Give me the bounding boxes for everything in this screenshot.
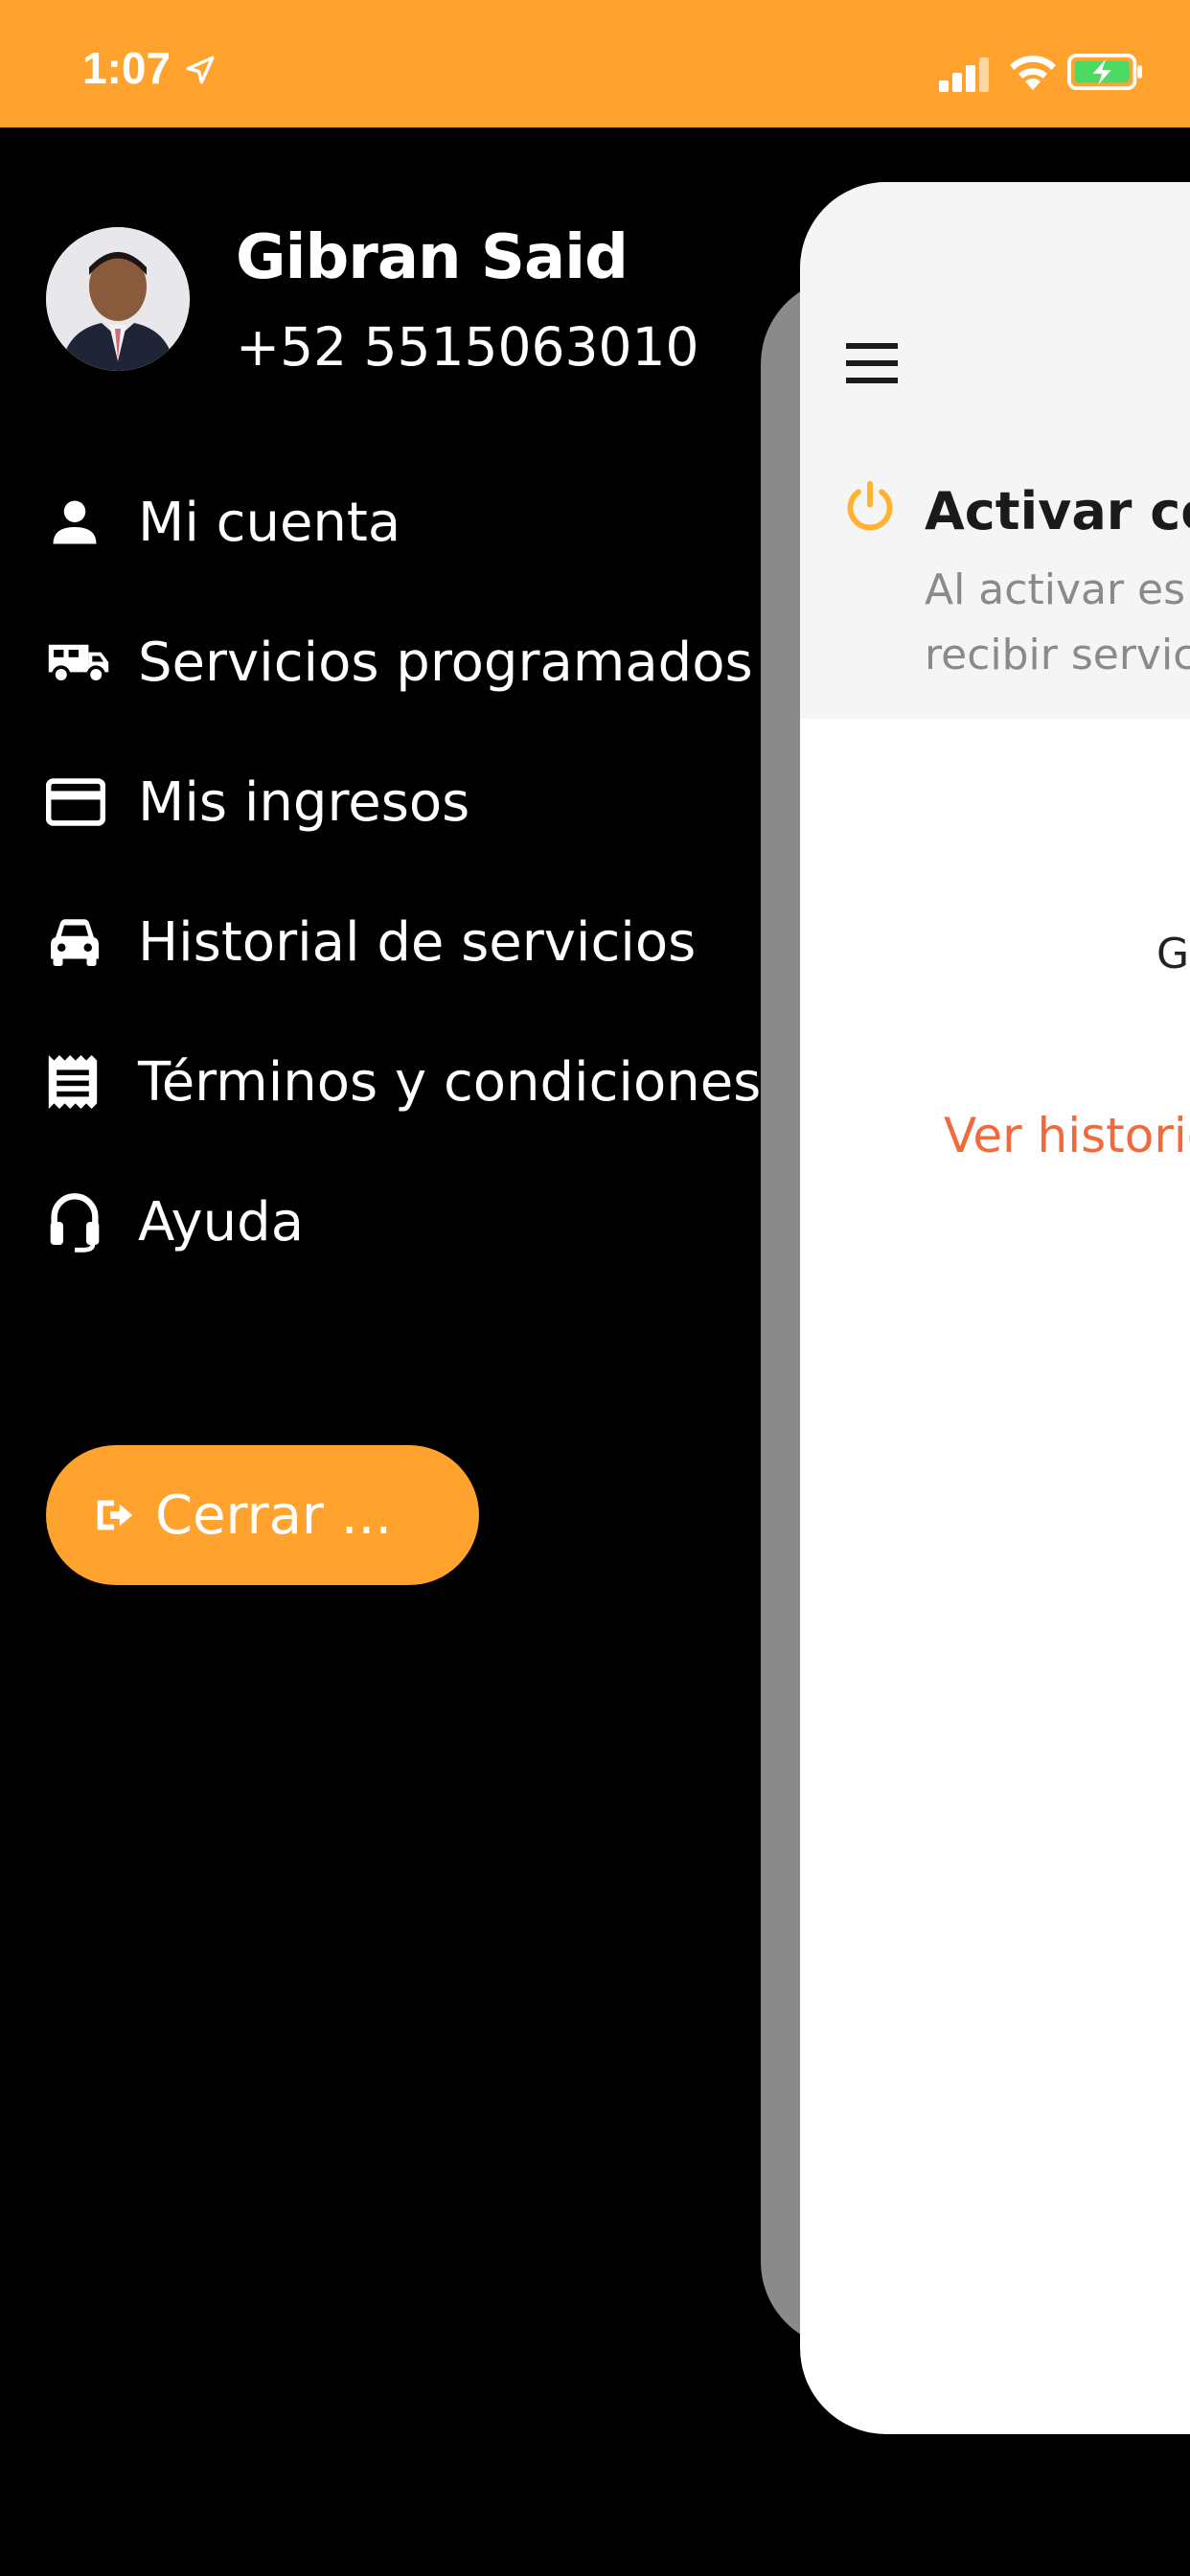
menu-item-mi-cuenta[interactable]: Mi cuenta	[46, 470, 793, 575]
menu-label: Servicios programados	[138, 631, 753, 694]
activar-title: Activar cor	[925, 481, 1190, 541]
menu-item-mis-ingresos[interactable]: Mis ingresos	[46, 749, 793, 855]
menu-label: Mi cuenta	[138, 491, 401, 554]
menu-item-servicios-programados[interactable]: Servicios programados	[46, 610, 793, 715]
activar-description: Al activar es recibir servic	[925, 558, 1190, 688]
credit-card-icon	[46, 769, 113, 836]
logout-button[interactable]: Cerrar ...	[46, 1445, 479, 1585]
battery-charging-icon	[1067, 54, 1142, 90]
status-time: 1:07	[82, 43, 172, 93]
menu-item-historial[interactable]: Historial de servicios	[46, 889, 793, 995]
menu-label: Ayuda	[138, 1190, 305, 1254]
location-arrow-icon	[186, 56, 215, 84]
menu-item-ayuda[interactable]: Ayuda	[46, 1169, 793, 1275]
headset-icon	[46, 1188, 113, 1255]
hamburger-menu-icon[interactable]	[846, 343, 898, 383]
truck-icon	[46, 629, 113, 696]
activar-desc-line1: Al activar es	[925, 565, 1186, 614]
receipt-icon	[46, 1048, 113, 1116]
wifi-icon	[1010, 56, 1056, 90]
avatar[interactable]	[46, 227, 190, 371]
person-icon	[46, 489, 113, 556]
earnings-label: G	[1156, 930, 1190, 978]
power-icon[interactable]	[842, 479, 898, 535]
user-name: Gibran Said	[236, 222, 629, 293]
status-bar: 1:07	[0, 0, 1190, 127]
main-panel[interactable]: Activar cor Al activar es recibir servic…	[800, 182, 1190, 2434]
avatar-image	[46, 227, 190, 371]
panel-header: Activar cor Al activar es recibir servic	[800, 182, 1190, 719]
menu-label: Mis ingresos	[138, 770, 470, 834]
car-icon	[46, 908, 113, 976]
logout-label: Cerrar ...	[155, 1484, 393, 1547]
activar-desc-line2: recibir servic	[925, 631, 1190, 679]
history-link[interactable]: Ver historic	[944, 1108, 1190, 1163]
menu-item-terminos[interactable]: Términos y condiciones	[46, 1029, 793, 1135]
logout-icon	[97, 1500, 133, 1530]
signal-icon	[939, 58, 989, 92]
menu-label: Términos y condiciones	[138, 1050, 762, 1114]
menu-label: Historial de servicios	[138, 910, 697, 974]
user-phone: +52 5515063010	[236, 316, 699, 378]
